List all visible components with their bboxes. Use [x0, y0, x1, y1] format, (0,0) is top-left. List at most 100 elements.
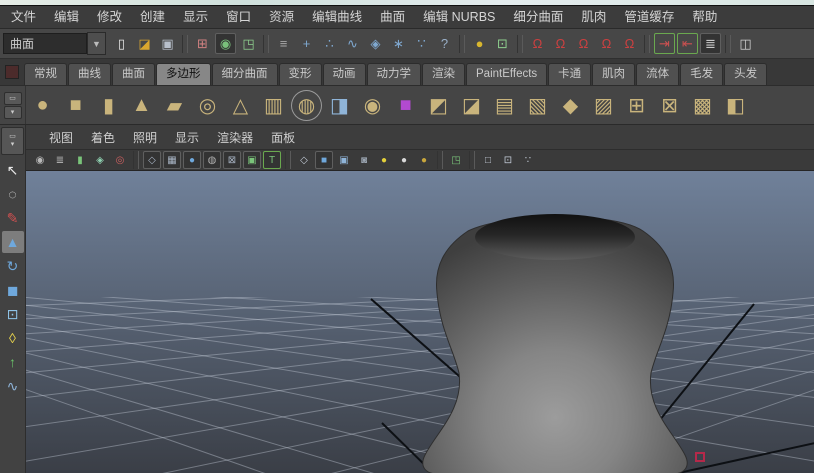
highlight-selection-icon[interactable]: ⊡ — [492, 33, 513, 54]
shelf-tab[interactable]: 渲染 — [422, 63, 465, 85]
wireframe-icon[interactable]: ◇ — [295, 151, 313, 169]
smooth-mesh-icon[interactable]: ◩ — [423, 90, 454, 121]
universal-manipulator-tool[interactable]: ⊡ — [2, 303, 24, 325]
shelf-selector-tab-button[interactable]: ▭ — [4, 92, 22, 105]
camera-attributes-icon[interactable]: ≣ — [51, 151, 69, 169]
menu-item[interactable]: 帮助 — [683, 6, 726, 28]
poke-face-icon[interactable]: ⊞ — [621, 90, 652, 121]
wedge-face-icon[interactable]: ⊠ — [654, 90, 685, 121]
xray-icon[interactable]: □ — [479, 151, 497, 169]
output-connections-icon[interactable]: ⇤ — [677, 33, 698, 54]
move-tool[interactable]: ▲ — [2, 231, 24, 253]
snap-plane-icon[interactable]: Ω — [596, 33, 617, 54]
shelf-tab[interactable]: 曲线 — [68, 63, 111, 85]
lasso-tool[interactable]: ◌ — [2, 183, 24, 205]
menu-item[interactable]: 细分曲面 — [504, 6, 572, 28]
backface-culling-icon[interactable]: ⊡ — [499, 151, 517, 169]
shelf-tab[interactable]: 动画 — [323, 63, 366, 85]
select-tool[interactable]: ↖ — [2, 159, 24, 181]
panel-menu-item[interactable]: 面板 — [262, 129, 304, 146]
menu-item[interactable]: 创建 — [131, 6, 174, 28]
scale-tool[interactable]: ◼ — [2, 279, 24, 301]
extract-faces-icon[interactable]: ◪ — [456, 90, 487, 121]
shelf-selector-menu-button[interactable]: ▾ — [4, 106, 22, 119]
menu-item[interactable]: 显示 — [174, 6, 217, 28]
menu-item[interactable]: 曲面 — [371, 6, 414, 28]
light-default-icon[interactable]: ● — [395, 151, 413, 169]
render-view-icon[interactable]: ◫ — [735, 33, 756, 54]
shelf-hide-button[interactable] — [5, 65, 19, 79]
menu-item[interactable]: 管道缓存 — [615, 6, 683, 28]
show-manipulator-tool[interactable]: ↑ — [2, 351, 24, 373]
construction-history-icon[interactable]: ≣ — [700, 33, 721, 54]
shared-views-icon[interactable]: ∵ — [519, 151, 537, 169]
mask-points-icon[interactable]: ∴ — [319, 33, 340, 54]
snap-magnet-icon[interactable]: Ω — [619, 33, 640, 54]
bridge-icon[interactable]: ▧ — [522, 90, 553, 121]
rotate-tool[interactable]: ↻ — [2, 255, 24, 277]
poly-torus-icon[interactable]: ◎ — [192, 90, 223, 121]
panel-menu-item[interactable]: 渲染器 — [208, 129, 262, 146]
shelf-tab[interactable]: 毛发 — [680, 63, 723, 85]
panel-menu-item[interactable]: 显示 — [166, 129, 208, 146]
curve-warp-icon[interactable]: ◨ — [324, 90, 355, 121]
new-scene-icon[interactable]: ▯ — [111, 33, 132, 54]
menu-item[interactable]: 修改 — [88, 6, 131, 28]
sculpt-geometry-icon[interactable]: ◉ — [357, 90, 388, 121]
menu-item[interactable]: 编辑曲线 — [303, 6, 371, 28]
menu-item[interactable]: 编辑 — [45, 6, 88, 28]
menu-item[interactable]: 编辑 NURBS — [414, 6, 504, 28]
light-selected-icon[interactable]: ● — [415, 151, 433, 169]
mask-deformations-icon[interactable]: ∗ — [388, 33, 409, 54]
shelf-tab[interactable]: 多边形 — [156, 63, 211, 85]
viewport[interactable] — [26, 171, 814, 473]
soft-modification-tool[interactable]: ◊ — [2, 327, 24, 349]
safe-title-icon[interactable]: T — [263, 151, 281, 169]
bookmark-icon[interactable]: ▮ — [71, 151, 89, 169]
snap-curve-icon[interactable]: Ω — [550, 33, 571, 54]
use-default-material-icon[interactable]: ◙ — [355, 151, 373, 169]
mask-surfaces-icon[interactable]: ◈ — [365, 33, 386, 54]
poly-pyramid-icon[interactable]: △ — [225, 90, 256, 121]
select-object-icon[interactable]: ◉ — [215, 33, 236, 54]
menu-item[interactable]: 文件 — [2, 6, 45, 28]
image-plane-icon[interactable]: ◈ — [91, 151, 109, 169]
smooth-shade-icon[interactable]: ■ — [315, 151, 333, 169]
boolean-icon[interactable]: ◧ — [720, 90, 751, 121]
select-hierarchy-icon[interactable]: ⊞ — [192, 33, 213, 54]
pan-zoom-2d-icon[interactable]: ◎ — [111, 151, 129, 169]
shelf-tab[interactable]: 常规 — [24, 63, 67, 85]
shelf-tab[interactable]: 肌肉 — [592, 63, 635, 85]
light-all-icon[interactable]: ● — [375, 151, 393, 169]
last-tool[interactable]: ∿ — [2, 375, 24, 397]
resolution-gate-icon[interactable]: ● — [183, 151, 201, 169]
input-connections-icon[interactable]: ⇥ — [654, 33, 675, 54]
field-chart-icon[interactable]: ⊠ — [223, 151, 241, 169]
duplicate-face-icon[interactable]: ▩ — [687, 90, 718, 121]
save-scene-icon[interactable]: ▣ — [157, 33, 178, 54]
combine-icon[interactable]: ▨ — [588, 90, 619, 121]
viewport-canvas[interactable] — [26, 171, 814, 473]
poly-cylinder-icon[interactable]: ▮ — [93, 90, 124, 121]
shelf-tab[interactable]: 卡通 — [548, 63, 591, 85]
toolbox-header[interactable]: ▭ ▾ — [1, 127, 24, 155]
poly-cube-icon[interactable]: ■ — [60, 90, 91, 121]
menu-set-dropdown-arrow-icon[interactable]: ▼ — [87, 32, 106, 55]
shelf-tab[interactable]: 细分曲面 — [212, 63, 278, 85]
panel-menu-item[interactable]: 着色 — [82, 129, 124, 146]
open-scene-icon[interactable]: ◪ — [134, 33, 155, 54]
menu-item[interactable]: 资源 — [260, 6, 303, 28]
menu-set-dropdown[interactable]: 曲面 — [3, 33, 87, 54]
select-component-icon[interactable]: ◳ — [238, 33, 259, 54]
poly-sphere-icon[interactable]: ● — [27, 90, 58, 121]
poly-pipe-icon[interactable]: ▥ — [258, 90, 289, 121]
collapse-icons-chevron[interactable]: ≡ — [273, 33, 294, 54]
subdiv-proxy-icon[interactable]: ■ — [390, 90, 421, 121]
snap-grid-icon[interactable]: Ω — [527, 33, 548, 54]
menu-item[interactable]: 肌肉 — [572, 6, 615, 28]
shelf-tab[interactable]: 曲面 — [112, 63, 155, 85]
shelf-tab[interactable]: 变形 — [279, 63, 322, 85]
shelf-tab[interactable]: 头发 — [724, 63, 767, 85]
poly-plane-icon[interactable]: ▰ — [159, 90, 190, 121]
safe-action-icon[interactable]: ▣ — [243, 151, 261, 169]
